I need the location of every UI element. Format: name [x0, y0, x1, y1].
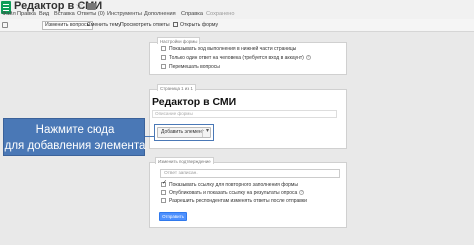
option-progress-bar[interactable]: Показывать ход выполнения в нижней части… [161, 46, 296, 52]
toolbar: Изменить вопросы Сменить тему Просмотрет… [0, 19, 474, 32]
save-status: Сохранено [206, 11, 235, 17]
open-form-icon [173, 22, 178, 28]
title-bar: Редактор в СМИ ☆ Файл Правка Вид Вставка… [0, 0, 474, 19]
menu-responses[interactable]: Ответы (0) [77, 11, 105, 17]
form-settings-tab: Настройки формы [157, 37, 201, 44]
option-label: Только один ответ на человека (требуется… [169, 55, 304, 61]
option-allow-edit[interactable]: Разрешить респондентам изменять ответы п… [161, 198, 307, 204]
view-responses-button[interactable]: Просмотреть ответы [120, 21, 170, 30]
submit-button[interactable]: Отправить [159, 212, 187, 221]
option-label: Опубликовать и показать ссылку на резуль… [169, 190, 298, 196]
checkbox[interactable] [161, 198, 166, 203]
option-shuffle-questions[interactable]: Перемешать вопросы [161, 64, 220, 70]
option-label: Показывать ход выполнения в нижней части… [169, 46, 297, 52]
option-label: Разрешить респондентам изменять ответы п… [169, 198, 307, 204]
help-icon[interactable]: ? [305, 55, 311, 61]
open-form-button[interactable]: Открыть форму [173, 21, 218, 30]
checkbox[interactable] [161, 55, 166, 60]
menu-addons[interactable]: Дополнения [144, 11, 176, 17]
checkbox[interactable] [161, 180, 167, 187]
form-description-field[interactable]: Описание формы [152, 110, 337, 118]
tutorial-callout: Нажмите сюда для добавления элемента [3, 118, 145, 156]
help-icon[interactable]: ? [299, 190, 305, 196]
confirmation-message-input[interactable]: Ответ записан. [160, 169, 340, 178]
confirmation-tab: Изменить подтверждение [155, 157, 214, 164]
page-tab: Страница 1 из 1 [157, 84, 196, 91]
open-form-label: Открыть форму [180, 22, 219, 28]
form-settings-card: Показывать ход выполнения в нижней части… [149, 42, 347, 75]
menu-edit[interactable]: Правка [17, 11, 36, 17]
menu-tools[interactable]: Инструменты [107, 11, 142, 17]
checkbox[interactable] [161, 190, 166, 195]
change-theme-button[interactable]: Сменить тему [87, 21, 121, 30]
menu-file[interactable]: Файл [2, 11, 16, 17]
checkbox[interactable] [161, 46, 166, 51]
callout-highlight-frame [154, 124, 214, 141]
option-show-resubmit-link[interactable]: Показывать ссылку для повторного заполне… [161, 180, 298, 188]
callout-line-2: для добавления элемента [4, 140, 146, 152]
option-publish-results[interactable]: Опубликовать и показать ссылку на резуль… [161, 190, 305, 196]
menu-view[interactable]: Вид [39, 11, 49, 17]
option-label: Показывать ссылку для повторного заполне… [169, 182, 298, 188]
edit-questions-button[interactable]: Изменить вопросы [42, 21, 94, 30]
menu-help[interactable]: Справка [181, 11, 203, 17]
option-one-response[interactable]: Только один ответ на человека (требуется… [161, 55, 311, 61]
folder-icon[interactable] [87, 3, 96, 10]
form-title[interactable]: Редактор в СМИ [152, 96, 236, 108]
checkbox[interactable] [161, 64, 166, 69]
toolbar-checkbox[interactable] [2, 22, 8, 28]
menu-insert[interactable]: Вставка [54, 11, 75, 17]
option-label: Перемешать вопросы [169, 64, 220, 70]
callout-line-1: Нажмите сюда [35, 124, 115, 136]
